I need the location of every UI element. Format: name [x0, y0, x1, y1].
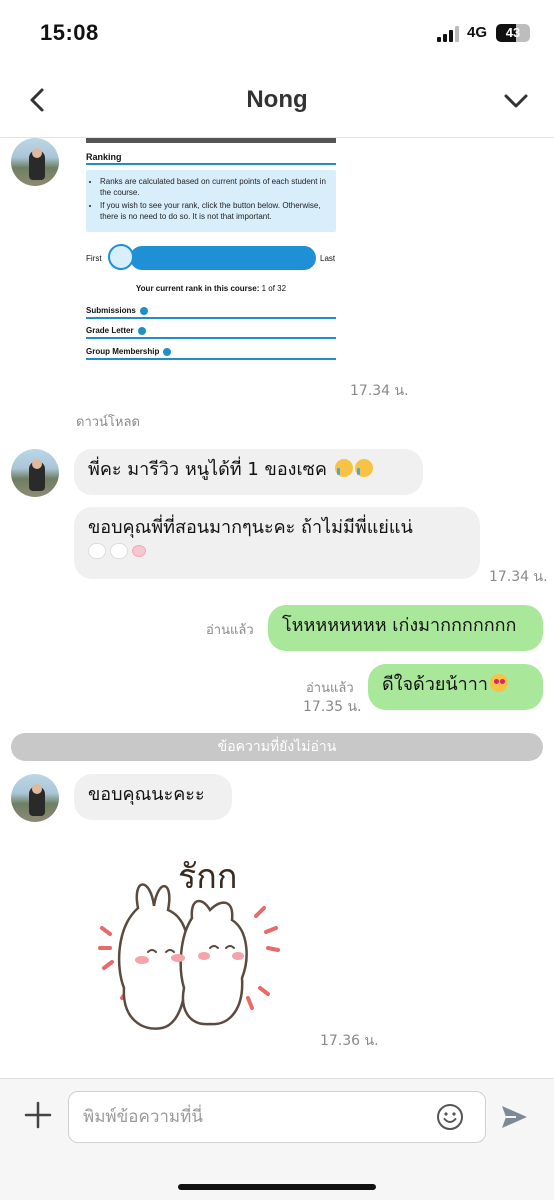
ranking-heading: Ranking: [86, 152, 122, 162]
grade-letter-link: Grade Letter: [86, 326, 146, 335]
current-rank-value: 1 of 32: [261, 284, 287, 293]
message-text: ขอบคุณพี่ที่สอนมากๆนะคะ ถ้าไม่มีพี่แย่แน…: [88, 517, 413, 538]
rank-bar: [130, 246, 316, 270]
battery-level: 43: [505, 25, 521, 40]
bunny-emoji-icon: [110, 543, 128, 559]
message-text: ดีใจด้วยน้าาา: [382, 674, 488, 695]
current-rank: Your current rank in this course: 1 of 3…: [86, 284, 336, 293]
chat-title: Nong: [246, 86, 308, 113]
image-top-bar: [86, 138, 336, 143]
bunny-emoji-icon: [88, 543, 106, 559]
message-time: 17.36 น.: [320, 1033, 379, 1049]
heart-eyes-emoji-icon: [490, 674, 508, 692]
chevron-down-icon[interactable]: [500, 84, 532, 116]
crying-emoji-icon: [354, 459, 373, 477]
divider: [86, 337, 336, 339]
message-text: พี่คะ มารีวิว หนูได้ที่ 1 ของเซค: [88, 459, 327, 480]
ranking-bullet: If you wish to see your rank, click the …: [100, 200, 330, 222]
message-time: 17.34 น.: [489, 569, 548, 585]
signal-icon: [437, 26, 461, 42]
divider: [86, 163, 336, 165]
ranking-info-box: Ranks are calculated based on current po…: [86, 170, 336, 232]
read-receipt: อ่านแล้ว: [306, 681, 354, 696]
network-type: 4G: [467, 24, 488, 41]
last-label: Last: [320, 254, 336, 263]
sticker-text: รักก: [178, 857, 237, 897]
download-link[interactable]: ดาวน์โหลด: [76, 411, 140, 432]
read-receipt: อ่านแล้ว: [206, 623, 254, 638]
heart-emoji-icon: [132, 545, 146, 557]
status-bar: 15:08 4G 43: [0, 0, 554, 66]
plus-icon[interactable]: [22, 1099, 54, 1131]
outgoing-message-bubble[interactable]: ดีใจด้วยน้าาา: [368, 664, 543, 710]
outgoing-message-bubble[interactable]: โหหหหหหหห เก่งมากกกกกกก: [268, 605, 543, 651]
incoming-message-bubble[interactable]: ขอบคุณนะคะะ: [74, 774, 232, 820]
crying-emoji-icon: [334, 459, 353, 477]
message-text: โหหหหหหหห เก่งมากกกกกกก: [282, 615, 517, 636]
divider: [86, 317, 336, 319]
message-time: 17.35 น.: [303, 699, 362, 715]
message-time: 17.34 น.: [350, 383, 409, 399]
incoming-message-bubble[interactable]: พี่คะ มารีวิว หนูได้ที่ 1 ของเซค: [74, 449, 423, 495]
group-membership-link: Group Membership: [86, 347, 172, 356]
status-time: 15:08: [40, 20, 99, 45]
send-icon[interactable]: [498, 1101, 530, 1133]
unread-divider: ข้อความที่ยังไม่อ่าน: [11, 733, 543, 761]
home-indicator: [178, 1184, 376, 1190]
first-label: First: [86, 254, 102, 263]
ranking-bullet: Ranks are calculated based on current po…: [100, 176, 330, 198]
emoji-icon[interactable]: [436, 1103, 464, 1131]
avatar[interactable]: [11, 138, 59, 186]
hug-sticker[interactable]: รักก: [92, 848, 292, 1038]
mini-sticker-row: [88, 543, 466, 559]
incoming-message-bubble[interactable]: ขอบคุณพี่ที่สอนมากๆนะคะ ถ้าไม่มีพี่แย่แน…: [74, 507, 480, 579]
message-composer: [0, 1078, 554, 1200]
message-text: ขอบคุณนะคะะ: [88, 784, 205, 805]
avatar[interactable]: [11, 774, 59, 822]
divider: [86, 358, 336, 360]
shared-image-message[interactable]: Ranking Ranks are calculated based on cu…: [78, 138, 344, 366]
avatar[interactable]: [11, 449, 59, 497]
submissions-link: Submissions: [86, 306, 148, 315]
message-input[interactable]: [68, 1091, 486, 1143]
current-rank-label: Your current rank in this course:: [135, 284, 260, 293]
battery-icon: 43: [496, 24, 530, 42]
rank-avatar-icon: [108, 244, 134, 270]
chat-header: Nong: [0, 66, 554, 138]
